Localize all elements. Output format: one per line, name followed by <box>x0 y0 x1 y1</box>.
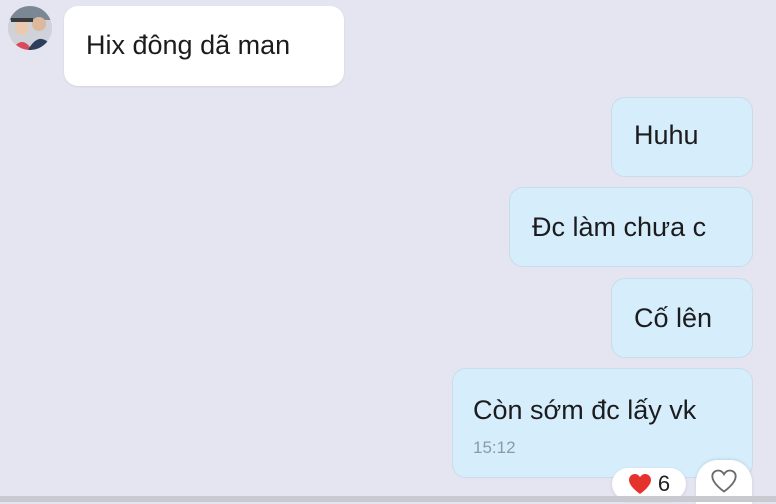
message-bubble-incoming[interactable]: Hix đông dã man <box>64 6 344 86</box>
reaction-count: 6 <box>657 471 671 496</box>
message-text: Còn sớm đc lấy vk <box>473 395 697 425</box>
message-timestamp: 15:12 <box>473 438 516 457</box>
avatar[interactable] <box>8 6 52 50</box>
message-text: Đc làm chưa c <box>532 212 707 242</box>
message-text: Hix đông dã man <box>86 30 291 60</box>
heart-icon <box>628 474 651 494</box>
bottom-divider <box>0 496 776 502</box>
message-bubble-outgoing[interactable]: Cố lên <box>611 278 753 358</box>
heart-outline-icon <box>711 469 737 493</box>
avatar-image <box>8 6 52 50</box>
message-bubble-outgoing[interactable]: Huhu <box>611 97 753 177</box>
message-text: Cố lên <box>634 303 713 333</box>
message-bubble-outgoing[interactable]: Đc làm chưa c <box>509 187 753 267</box>
message-text: Huhu <box>634 120 699 150</box>
